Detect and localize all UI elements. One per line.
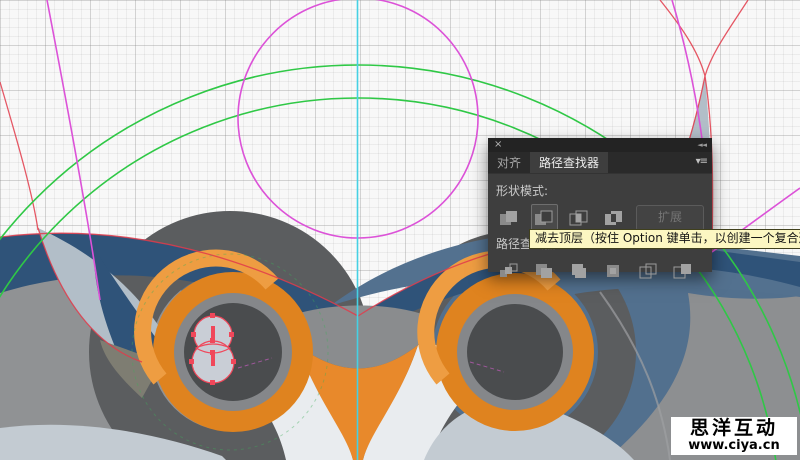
- panel-menu-icon[interactable]: ▾≡: [696, 156, 707, 167]
- center-handle-top: [211, 326, 215, 339]
- minus-back-icon: [673, 263, 693, 279]
- intersect-button[interactable]: [566, 204, 593, 232]
- watermark-title: 思洋互动: [671, 418, 797, 439]
- shape-modes-label: 形状模式:: [496, 182, 704, 199]
- center-handle-bottom: [211, 353, 215, 366]
- minus-front-button[interactable]: [531, 204, 558, 232]
- outline-icon: [638, 263, 658, 279]
- trim-button[interactable]: [531, 257, 558, 285]
- pathfinder-row: [496, 257, 704, 285]
- watermark-url: www.ciya.cn: [671, 439, 797, 452]
- unite-icon: [499, 210, 519, 226]
- crop-button[interactable]: [600, 257, 627, 285]
- tab-pathfinder[interactable]: 路径查找器: [530, 152, 608, 173]
- panel-tabs: 对齐 路径查找器 ▾≡: [488, 152, 712, 174]
- shape-mode-row: 扩展: [496, 204, 704, 232]
- expand-button[interactable]: 扩展: [636, 205, 704, 231]
- collapse-icon[interactable]: ◄◄: [697, 141, 706, 149]
- exclude-icon: [604, 210, 624, 226]
- tooltip: 减去顶层（按住 Option 键单击，以创建一个复合形状，扩: [529, 229, 800, 249]
- unite-button[interactable]: [496, 204, 523, 232]
- outline-button[interactable]: [635, 257, 662, 285]
- crop-icon: [603, 263, 623, 279]
- watermark: 思洋互动 www.ciya.cn: [671, 417, 797, 455]
- minus-back-button[interactable]: [669, 257, 696, 285]
- tab-align[interactable]: 对齐: [488, 152, 530, 173]
- trim-icon: [534, 263, 554, 279]
- divide-icon: [499, 263, 519, 279]
- minus-front-icon: [534, 210, 554, 226]
- intersect-icon: [569, 210, 589, 226]
- panel-header: × ◄◄: [488, 138, 712, 152]
- illustrator-artboard[interactable]: × ◄◄ 对齐 路径查找器 ▾≡ 形状模式:: [0, 0, 800, 460]
- divide-button[interactable]: [496, 257, 523, 285]
- merge-icon: [569, 263, 589, 279]
- close-icon[interactable]: ×: [494, 140, 502, 150]
- pathfinder-panel: × ◄◄ 对齐 路径查找器 ▾≡ 形状模式:: [488, 138, 712, 272]
- exclude-button[interactable]: [601, 204, 628, 232]
- merge-button[interactable]: [565, 257, 592, 285]
